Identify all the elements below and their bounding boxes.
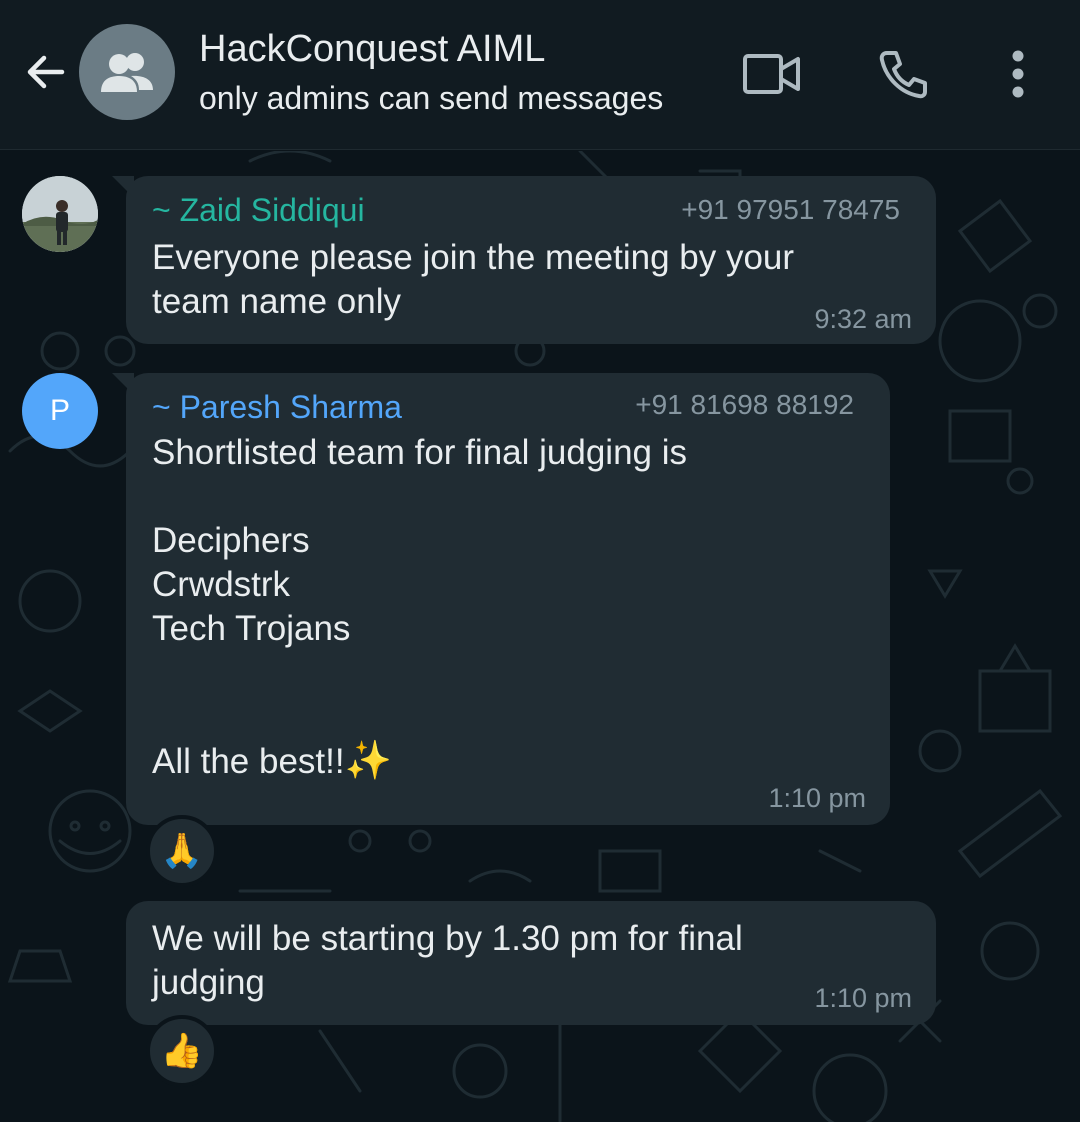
profile-photo	[22, 176, 98, 252]
reaction-badge[interactable]: 🙏	[146, 815, 218, 887]
message-bubble[interactable]: ~ Zaid Siddiqui +91 97951 78475 Everyone…	[112, 176, 936, 344]
arrow-left-icon	[27, 55, 65, 89]
bubble-tail	[112, 373, 134, 395]
sender-name[interactable]: ~ Paresh Sharma	[152, 389, 402, 426]
group-avatar[interactable]	[79, 24, 175, 120]
sender-phone: +91 81698 88192	[635, 389, 854, 420]
thumbs-up-emoji: 👍	[160, 1032, 204, 1070]
voice-call-button[interactable]	[872, 42, 936, 106]
folded-hands-emoji: 🙏	[160, 832, 204, 870]
message-text: Shortlisted team for final judging is De…	[152, 431, 852, 784]
video-call-button[interactable]	[740, 42, 804, 106]
more-options-button[interactable]	[986, 42, 1050, 106]
sparkles-emoji: ✨	[344, 740, 392, 782]
sender-phone: +91 97951 78475	[681, 194, 900, 225]
message-bubble[interactable]: We will be starting by 1.30 pm for final…	[126, 901, 936, 1025]
reaction-badge[interactable]: 👍	[146, 1015, 218, 1087]
group-icon	[101, 53, 153, 92]
group-subtitle: only admins can send messages	[199, 80, 664, 116]
avatar-paresh[interactable]: P	[22, 373, 98, 449]
group-title[interactable]: HackConquest AIML	[199, 28, 545, 71]
avatar-zaid[interactable]	[22, 176, 98, 252]
message-bubble[interactable]: ~ Paresh Sharma +91 81698 88192 Shortlis…	[112, 373, 890, 825]
message-text: Everyone please join the meeting by your…	[152, 238, 795, 321]
bubble-tail	[112, 176, 134, 198]
phone-icon	[879, 51, 927, 99]
message-text: We will be starting by 1.30 pm for final…	[152, 919, 743, 1002]
message-time: 9:32 am	[814, 304, 912, 334]
more-vertical-icon	[1012, 50, 1024, 98]
chat-header: HackConquest AIML only admins can send m…	[0, 0, 1080, 150]
message-time: 1:10 pm	[814, 983, 912, 1013]
avatar-letter: P	[49, 394, 70, 427]
chat-area[interactable]: ~ Zaid Siddiqui +91 97951 78475 Everyone…	[0, 151, 1080, 1122]
back-button[interactable]	[18, 44, 74, 100]
message-body: Shortlisted team for final judging is De…	[152, 433, 687, 781]
video-camera-icon	[743, 54, 800, 94]
sender-name[interactable]: ~ Zaid Siddiqui	[152, 192, 365, 229]
message-time: 1:10 pm	[768, 783, 866, 813]
